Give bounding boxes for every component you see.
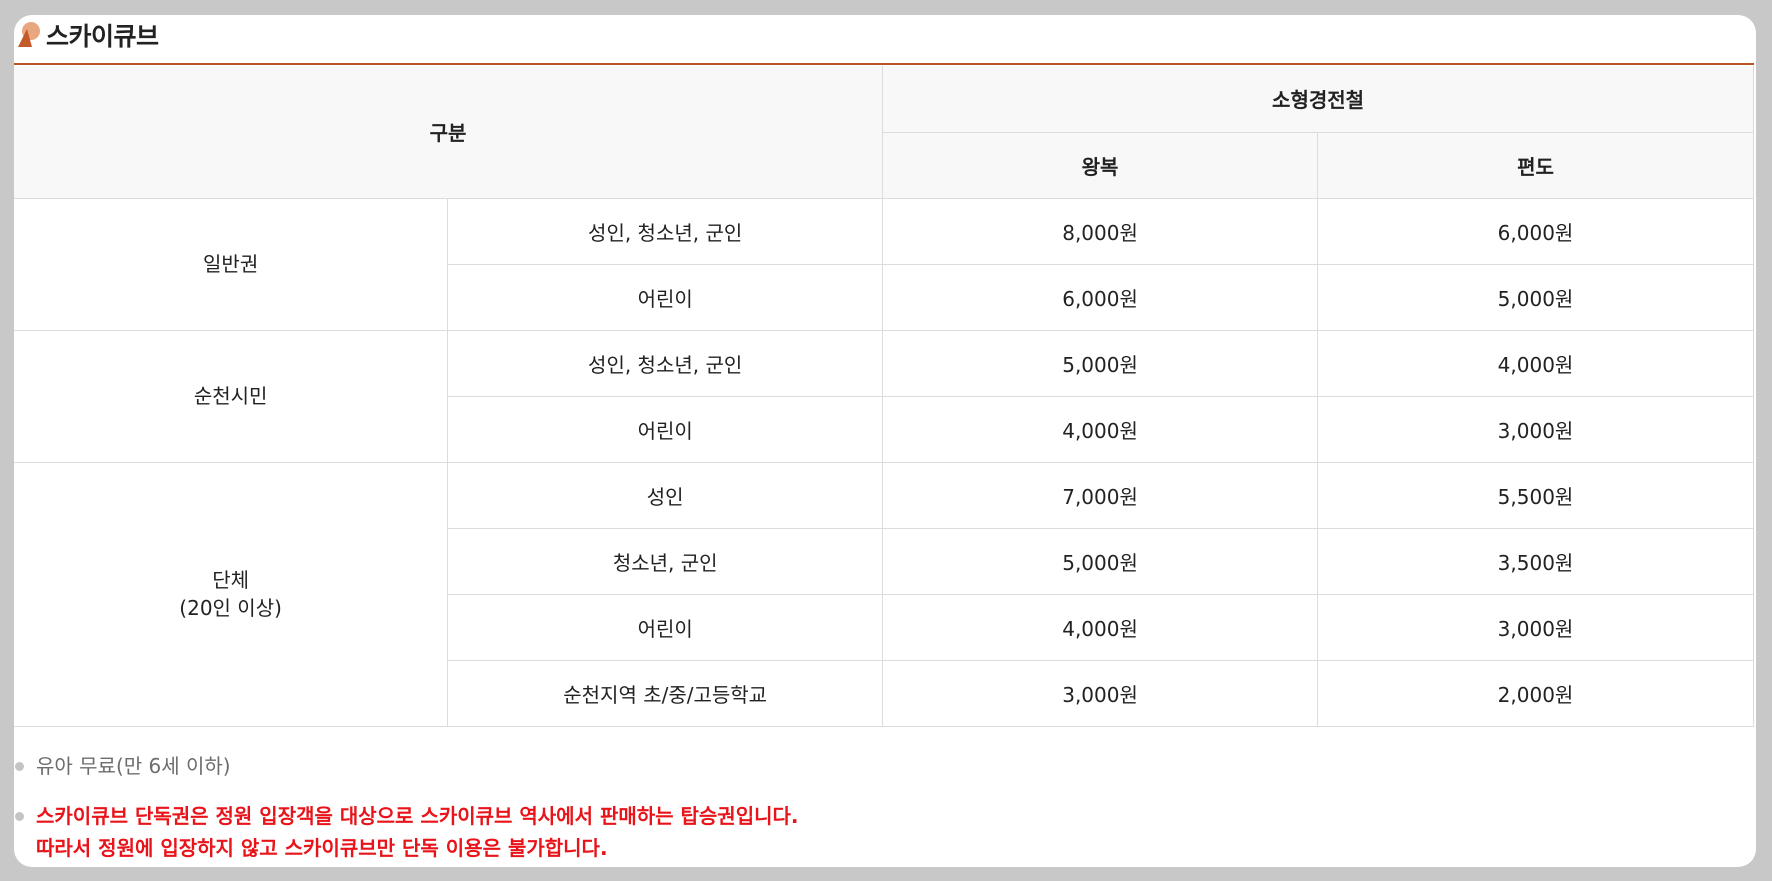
note-infant: 유아 무료(만 6세 이하) <box>14 750 1714 782</box>
bullet-icon <box>15 762 24 771</box>
one-way-price: 5,000원 <box>1316 263 1755 331</box>
ticket-type: 어린이 <box>447 263 884 331</box>
note-infant-text: 유아 무료(만 6세 이하) <box>36 754 231 778</box>
one-way-price: 3,000원 <box>1316 593 1755 661</box>
skycube-logo-icon <box>16 20 42 48</box>
page-title: 스카이큐브 <box>46 22 159 51</box>
ticket-type: 청소년, 군인 <box>447 527 884 595</box>
group-citizen: 순천시민 <box>14 329 449 463</box>
header-one-way: 편도 <box>1316 131 1755 199</box>
notes-list: 유아 무료(만 6세 이하) 스카이큐브 단독권은 정원 입장객을 대상으로 스… <box>14 750 1714 864</box>
round-trip-price: 8,000원 <box>882 197 1318 265</box>
table-row: 단체 (20인 이상) 성인 7,000원 5,500원 <box>14 461 1755 727</box>
round-trip-price: 3,000원 <box>882 659 1318 727</box>
ticket-type: 어린이 <box>447 593 884 661</box>
one-way-price: 3,500원 <box>1316 527 1755 595</box>
ticket-type: 순천지역 초/중/고등학교 <box>447 659 884 727</box>
table-row: 순천시민 성인, 청소년, 군인 5,000원 4,000원 <box>14 329 1755 463</box>
notice-line-1: 스카이큐브 단독권은 정원 입장객을 대상으로 스카이큐브 역사에서 판매하는 … <box>36 804 799 828</box>
group-general: 일반권 <box>14 197 449 331</box>
round-trip-price: 4,000원 <box>882 593 1318 661</box>
round-trip-price: 5,000원 <box>882 527 1318 595</box>
note-notice: 스카이큐브 단독권은 정원 입장객을 대상으로 스카이큐브 역사에서 판매하는 … <box>14 800 1714 864</box>
one-way-price: 4,000원 <box>1316 329 1755 397</box>
ticket-type: 성인, 청소년, 군인 <box>447 329 884 397</box>
table-row: 일반권 성인, 청소년, 군인 8,000원 6,000원 <box>14 197 1755 331</box>
fare-card: 스카이큐브 구분 소형경전철 왕복 편도 일반권 성인, 청소년, 군인 8,0… <box>14 15 1756 867</box>
round-trip-price: 7,000원 <box>882 461 1318 529</box>
round-trip-price: 6,000원 <box>882 263 1318 331</box>
header-round-trip: 왕복 <box>882 131 1318 199</box>
title-bar: 스카이큐브 <box>14 15 1754 65</box>
ticket-type: 성인, 청소년, 군인 <box>447 197 884 265</box>
fare-table: 구분 소형경전철 왕복 편도 일반권 성인, 청소년, 군인 8,000원 6,… <box>14 66 1755 727</box>
one-way-price: 2,000원 <box>1316 659 1755 727</box>
round-trip-price: 4,000원 <box>882 395 1318 463</box>
one-way-price: 6,000원 <box>1316 197 1755 265</box>
header-row: 구분 소형경전철 <box>14 66 1754 199</box>
group-condition: (20인 이상) <box>179 596 282 620</box>
header-category: 구분 <box>14 66 884 199</box>
bullet-icon <box>15 812 24 821</box>
group-group-ticket: 단체 (20인 이상) <box>14 461 449 727</box>
ticket-type: 어린이 <box>447 395 884 463</box>
group-name: 단체 <box>212 568 250 592</box>
one-way-price: 5,500원 <box>1316 461 1755 529</box>
round-trip-price: 5,000원 <box>882 329 1318 397</box>
ticket-type: 성인 <box>447 461 884 529</box>
notice-line-2: 따라서 정원에 입장하지 않고 스카이큐브만 단독 이용은 불가합니다. <box>36 836 608 860</box>
header-vehicle: 소형경전철 <box>882 66 1754 133</box>
one-way-price: 3,000원 <box>1316 395 1755 463</box>
